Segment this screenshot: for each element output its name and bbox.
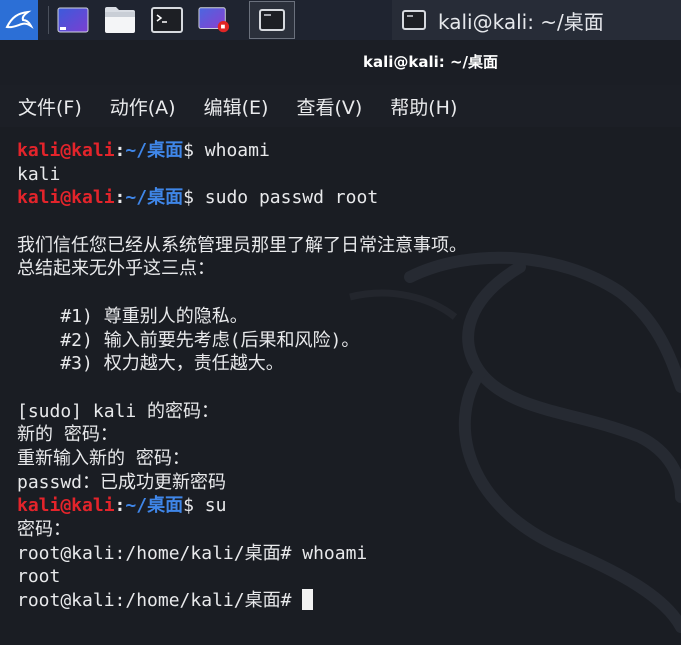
command-text: whoami xyxy=(302,542,368,564)
prompt-symbol: $ xyxy=(183,140,194,161)
root-prompt: root@kali:/home/kali/桌面# xyxy=(17,590,303,612)
terminal-line-prompt: kali@kali:~/桌面$ sudo passwd root xyxy=(17,186,467,210)
terminal-line-root-prompt: root@kali:/home/kali/桌面# whoami xyxy=(17,542,467,566)
prompt-separator: : xyxy=(114,495,126,517)
terminal-line-root-prompt: root@kali:/home/kali/桌面# xyxy=(17,589,467,613)
prompt-path: ~/桌面 xyxy=(125,187,184,209)
terminal-icon xyxy=(402,10,426,30)
active-terminal-taskbar-button[interactable] xyxy=(249,1,295,39)
prompt-separator: : xyxy=(114,187,126,209)
terminal-lines: kali@kali:~/桌面$ whoami kali kali@kali:~/… xyxy=(17,139,467,613)
desktop-screen: kali@kali: ~/桌面 kali@kali: ~/桌面 文件(F) 动作… xyxy=(0,0,681,645)
menu-bar: 文件(F) 动作(A) 编辑(E) 查看(V) 帮助(H) xyxy=(0,85,681,127)
terminal-line-output: 我们信任您已经从系统管理员那里了解了日常注意事项。 xyxy=(17,234,467,256)
desktop-icon xyxy=(57,7,89,33)
terminal-output[interactable]: kali@kali:~/桌面$ whoami kali kali@kali:~/… xyxy=(0,127,681,645)
show-desktop-button[interactable] xyxy=(57,6,89,34)
menu-help[interactable]: 帮助(H) xyxy=(390,93,457,120)
prompt-path: ~/桌面 xyxy=(125,495,184,517)
taskbar: kali@kali: ~/桌面 xyxy=(0,0,681,40)
root-prompt: root@kali:/home/kali/桌面# xyxy=(17,542,303,564)
taskbar-divider xyxy=(48,6,49,34)
prompt-separator: : xyxy=(114,140,126,161)
terminal-line-output: passwd：已成功更新密码 xyxy=(17,471,227,493)
kali-menu-button[interactable] xyxy=(0,0,38,40)
terminal-line-output: root xyxy=(17,566,61,588)
prompt-path: ~/桌面 xyxy=(125,140,184,161)
prompt-user: kali@kali xyxy=(17,140,115,161)
terminal-line-output: 总结起来无外乎这三点： xyxy=(17,258,215,280)
terminal-line-output: #1) 尊重别人的隐私。 xyxy=(17,305,248,327)
command-text: sudo passwd root xyxy=(204,187,379,209)
command-text: su xyxy=(204,495,227,517)
files-icon xyxy=(105,7,135,33)
terminal-line-output: 密码： xyxy=(17,519,71,540)
terminal-line-prompt: kali@kali:~/桌面$ su xyxy=(17,494,467,518)
menu-file[interactable]: 文件(F) xyxy=(18,93,82,120)
terminal-line-prompt: kali@kali:~/桌面$ whoami xyxy=(17,139,467,163)
terminal-line-output: #2) 输入前要先考虑(后果和风险)。 xyxy=(17,329,360,351)
text-cursor xyxy=(302,589,314,611)
window-title: kali@kali: ~/桌面 xyxy=(362,53,499,71)
terminal-launcher-button[interactable] xyxy=(151,6,183,34)
prompt-symbol: $ xyxy=(183,495,194,517)
prompt-symbol: $ xyxy=(183,187,194,209)
screen-recorder-icon xyxy=(198,7,230,33)
terminal-icon xyxy=(151,7,183,33)
file-manager-button[interactable] xyxy=(104,6,136,34)
terminal-line-output: 重新输入新的 密码： xyxy=(17,447,190,469)
taskbar-window-button[interactable]: kali@kali: ~/桌面 xyxy=(392,0,681,40)
menu-view[interactable]: 查看(V) xyxy=(296,93,362,120)
terminal-line-output: [sudo] kali 的密码： xyxy=(17,400,220,422)
screen-recorder-button[interactable] xyxy=(198,6,230,34)
terminal-line-output: kali xyxy=(17,163,61,185)
terminal-line-output: 新的 密码： xyxy=(17,424,118,446)
menu-action[interactable]: 动作(A) xyxy=(110,93,176,120)
prompt-user: kali@kali xyxy=(17,495,115,517)
terminal-icon xyxy=(259,9,285,31)
menu-edit[interactable]: 编辑(E) xyxy=(204,93,269,120)
taskbar-window-title: kali@kali: ~/桌面 xyxy=(438,9,604,34)
window-title-bar[interactable]: kali@kali: ~/桌面 xyxy=(0,40,681,85)
kali-dragon-icon xyxy=(5,10,34,29)
command-text: whoami xyxy=(204,140,270,161)
terminal-line-output: #3) 权力越大，责任越大。 xyxy=(17,353,284,375)
prompt-user: kali@kali xyxy=(17,187,115,209)
